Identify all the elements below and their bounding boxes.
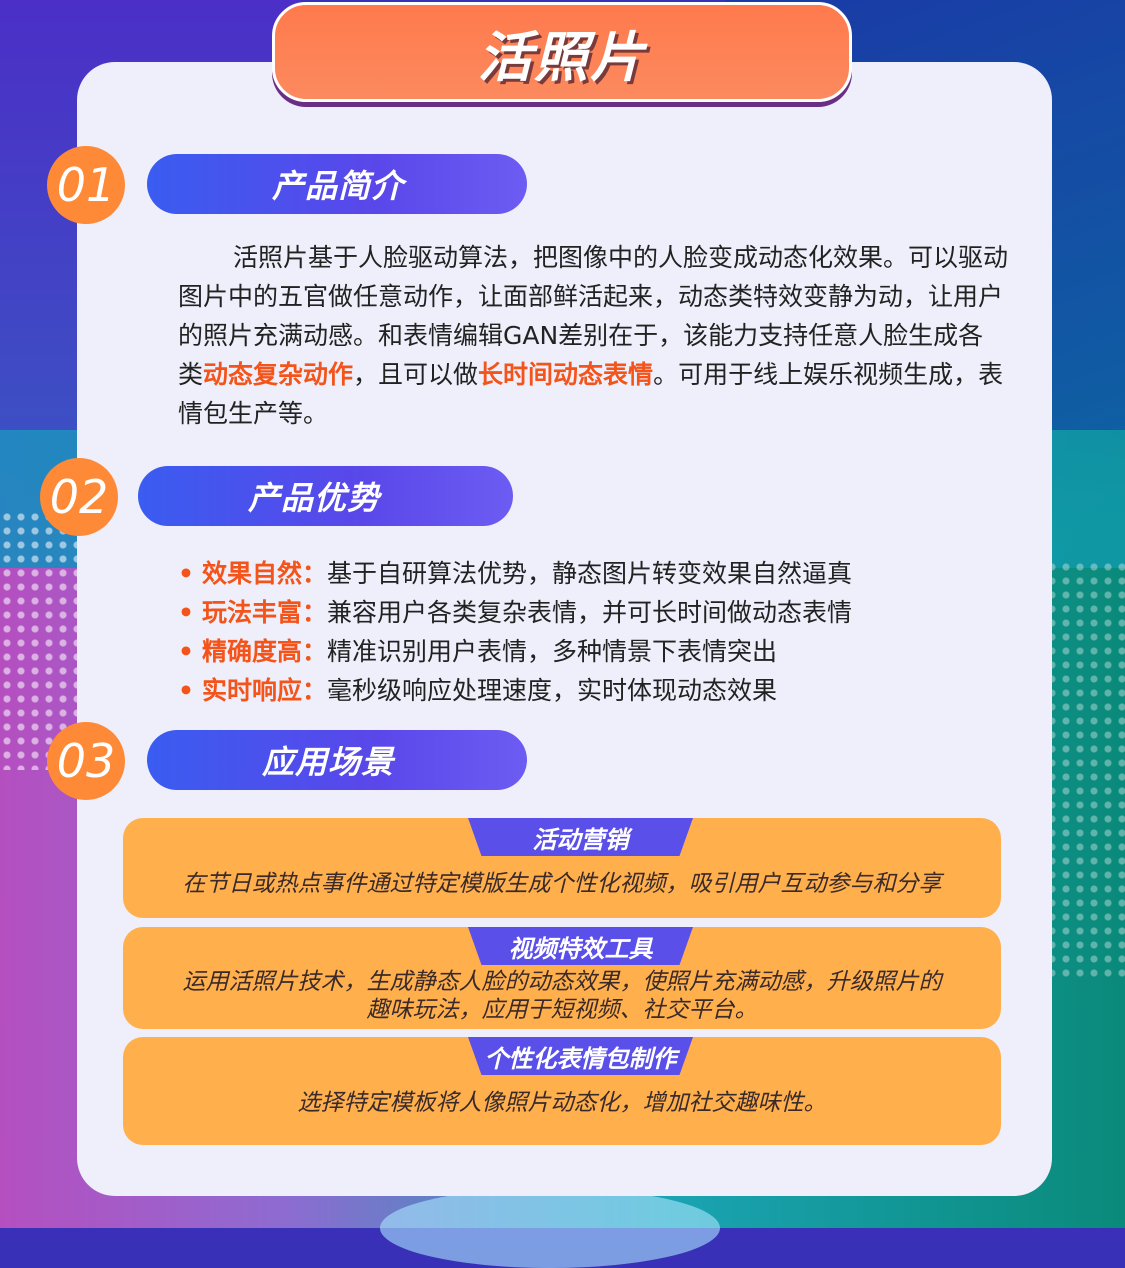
page-title-banner: 活照片	[272, 2, 852, 102]
scenario-tab: 个性化表情包制作	[468, 1037, 693, 1075]
page-title: 活照片	[478, 25, 646, 89]
section-header-advantages: 产品优势 02	[40, 458, 513, 536]
list-item: • 效果自然：基于自研算法优势，静态图片转变效果自然逼真	[178, 559, 852, 588]
advantage-label: 玩法丰富：	[201, 598, 327, 627]
section-title: 产品优势	[248, 479, 381, 517]
section-number-badge: 02	[40, 458, 118, 536]
section-header-scenarios: 应用场景 03	[47, 722, 527, 800]
scenario-description-line-2: 趣味玩法，应用于短视频、社交平台。	[366, 997, 758, 1023]
section-number-badge: 01	[47, 146, 125, 224]
section-title: 产品简介	[272, 167, 405, 205]
intro-paragraph: 活照片基于人脸驱动算法，把图像中的人脸变成动态化效果。可以驱动图片中的五官做任意…	[178, 238, 1008, 433]
list-item: • 玩法丰富：兼容用户各类复杂表情，并可长时间做动态表情	[178, 598, 852, 627]
advantages-list: • 效果自然：基于自研算法优势，静态图片转变效果自然逼真 • 玩法丰富：兼容用户…	[178, 554, 852, 710]
scenario-tab: 视频特效工具	[468, 927, 693, 965]
advantage-text: 精准识别用户表情，多种情景下表情突出	[326, 637, 777, 666]
section-bar: 产品简介	[147, 154, 527, 214]
scenario-tab: 活动营销	[468, 818, 693, 856]
intro-text-2: ，且可以做	[353, 360, 479, 389]
scenario-card-video-tools: 视频特效工具 运用活照片技术，生成静态人脸的动态效果，使照片充满动感，升级照片的…	[123, 927, 1001, 1029]
advantage-label: 效果自然：	[201, 559, 327, 588]
section-header-intro: 产品简介 01	[47, 146, 527, 224]
intro-highlight-1: 动态复杂动作	[203, 360, 354, 389]
scenario-description: 在节日或热点事件通过特定模版生成个性化视频，吸引用户互动参与和分享	[182, 871, 942, 897]
advantage-text: 基于自研算法优势，静态图片转变效果自然逼真	[326, 559, 852, 588]
decorative-circle	[380, 1188, 720, 1268]
list-item: • 实时响应：毫秒级响应处理速度，实时体现动态效果	[178, 676, 777, 705]
scenario-card-marketing: 活动营销 在节日或热点事件通过特定模版生成个性化视频，吸引用户互动参与和分享	[123, 818, 1001, 918]
section-bar: 产品优势	[138, 466, 513, 526]
section-bar: 应用场景	[147, 730, 527, 790]
scenario-description: 选择特定模板将人像照片动态化，增加社交趣味性。	[297, 1090, 827, 1116]
section-title: 应用场景	[262, 743, 395, 781]
dot-pattern-right	[1045, 560, 1125, 980]
intro-highlight-2: 长时间动态表情	[478, 360, 654, 389]
section-number-badge: 03	[47, 722, 125, 800]
list-item: • 精确度高：精准识别用户表情，多种情景下表情突出	[178, 637, 777, 666]
advantage-label: 实时响应：	[201, 676, 327, 705]
advantage-text: 兼容用户各类复杂表情，并可长时间做动态表情	[326, 598, 852, 627]
advantage-label: 精确度高：	[201, 637, 327, 666]
advantage-text: 毫秒级响应处理速度，实时体现动态效果	[326, 676, 777, 705]
scenario-description-line-1: 运用活照片技术，生成静态人脸的动态效果，使照片充满动感，升级照片的	[182, 969, 942, 995]
scenario-card-stickers: 个性化表情包制作 选择特定模板将人像照片动态化，增加社交趣味性。	[123, 1037, 1001, 1145]
